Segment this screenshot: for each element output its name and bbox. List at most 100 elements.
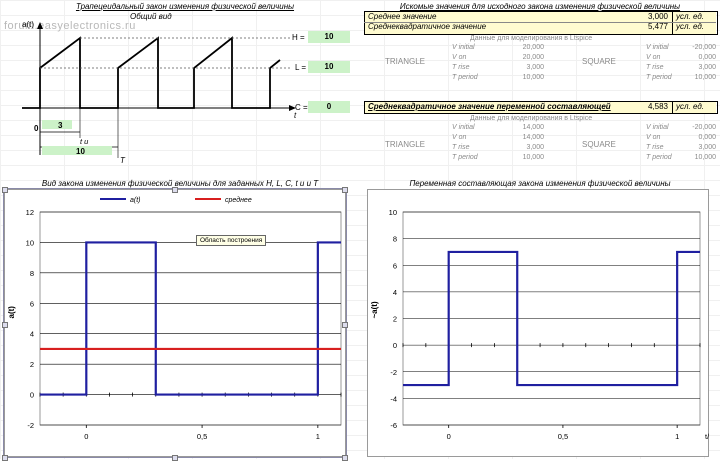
param-row: T period 10,000 <box>452 74 544 84</box>
legend-label: a(t) <box>130 197 141 204</box>
right-chart[interactable]: -6 -4 -2 0 2 4 6 8 10 0 0,5 1 t/T ~a(t) <box>367 189 709 457</box>
l-value[interactable]: 10 <box>308 61 350 73</box>
param-key: T period <box>646 154 672 161</box>
param-key: V initial <box>452 44 475 51</box>
y-tick-label: -6 <box>390 421 397 430</box>
legend-label: среднее <box>225 196 252 204</box>
y-tick-label: 6 <box>393 261 397 270</box>
param-row: V on 0,000 <box>646 134 716 144</box>
rms-value: 5,477 <box>647 22 668 31</box>
ltspice-note-1: Данные для моделирования в Ltspice <box>470 35 593 42</box>
triangle-params-2: V initial 14,000 V on 14,000 T rise 3,000 T pe… <box>452 124 544 164</box>
axis-y-label: a(t) <box>22 20 34 29</box>
param-row: T rise 3,000 <box>452 144 544 154</box>
param-row: T rise 3,000 <box>646 144 716 154</box>
square-label-1: SQUARE <box>582 57 616 66</box>
general-title: Трапецеидальный закон изменения физическ… <box>75 2 295 11</box>
series-line <box>40 241 341 396</box>
label-l: L = <box>295 63 307 72</box>
param-key: V on <box>646 54 661 61</box>
resize-handle[interactable] <box>172 455 178 461</box>
param-row: V initial 20,000 <box>452 44 544 54</box>
h-value[interactable]: 10 <box>308 31 350 43</box>
ltspice-note-2: Данные для моделирования в Ltspice <box>470 115 593 122</box>
label-c: C = <box>295 103 308 112</box>
x-tick-label: 0,5 <box>197 432 207 441</box>
param-row: V initial -20,000 <box>646 124 716 134</box>
resize-handle[interactable] <box>342 455 348 461</box>
ac-rms-value: 4,583 <box>647 102 668 111</box>
y-tick-label: 0 <box>30 391 34 400</box>
plot-area-tooltip: Область построения <box>196 235 267 246</box>
y-tick-label: -2 <box>390 368 397 377</box>
param-key: T rise <box>646 144 664 151</box>
general-diagram <box>22 22 296 158</box>
param-row: T period 10,000 <box>646 74 716 84</box>
dim-zero: 0 <box>34 124 39 133</box>
param-key: V on <box>452 54 467 61</box>
y-tick-label: 12 <box>26 208 34 217</box>
param-value: 0,000 <box>698 134 716 141</box>
resize-handle[interactable] <box>342 322 348 328</box>
triangle-label-1: TRIANGLE <box>385 57 426 66</box>
left-chart[interactable]: -202468101200,51t/Ta(t)a(t)среднее <box>4 189 346 457</box>
left-chart-title: Вид закона изменения физической величины… <box>41 179 319 188</box>
label-h: H = <box>292 33 305 42</box>
resize-handle[interactable] <box>342 187 348 193</box>
x-tick-label: 0 <box>447 432 451 441</box>
y-tick-label: 2 <box>30 360 34 369</box>
rms-label: Среднеквадратичное значение <box>368 22 487 31</box>
param-key: T rise <box>452 64 470 71</box>
c-value[interactable]: 0 <box>308 101 350 113</box>
param-value: -20,000 <box>692 44 716 51</box>
x-tick-label: 0,5 <box>558 432 568 441</box>
param-value: 3,000 <box>526 144 544 151</box>
param-value: 20,000 <box>522 54 544 61</box>
resize-handle[interactable] <box>2 322 8 328</box>
param-key: V initial <box>646 124 669 131</box>
param-row: V initial 14,000 <box>452 124 544 134</box>
param-value: 20,000 <box>522 44 544 51</box>
right-chart-title: Переменная составляющая закона изменения… <box>409 179 671 188</box>
y-tick-label: 6 <box>30 299 34 308</box>
y-tick-label: 2 <box>393 315 397 324</box>
dim-tu-value[interactable]: 3 <box>58 121 62 130</box>
param-key: V initial <box>452 124 475 131</box>
triangle-label-2: TRIANGLE <box>385 140 426 149</box>
dim-t-value[interactable]: 10 <box>76 147 85 156</box>
param-row: V on 0,000 <box>646 54 716 64</box>
resize-handle[interactable] <box>2 455 8 461</box>
y-tick-label: 8 <box>393 235 397 244</box>
x-tick-label: 1 <box>316 432 320 441</box>
param-row: V on 14,000 <box>452 134 544 144</box>
resize-handle[interactable] <box>2 187 8 193</box>
param-value: 10,000 <box>694 154 716 161</box>
param-value: 10,000 <box>522 74 544 81</box>
rms-unit: усл. ед. <box>676 22 704 31</box>
param-value: -20,000 <box>692 124 716 131</box>
y-tick-label: 4 <box>30 330 34 339</box>
param-row: T rise 3,000 <box>646 64 716 74</box>
triangle-params-1: V initial 20,000 V on 20,000 T rise 3,000 T pe… <box>452 44 544 84</box>
ac-rms-label: Среднеквадратичное значение переменной с… <box>368 102 611 111</box>
x-tick-label: 0 <box>84 432 88 441</box>
param-value: 10,000 <box>694 74 716 81</box>
square-params-2: V initial -20,000 V on 0,000 T rise 3,000 T pe… <box>646 124 716 164</box>
y-tick-label: 4 <box>393 288 397 297</box>
label-t: T <box>120 156 125 165</box>
y-tick-label: 10 <box>389 208 397 217</box>
mean-value: 3,000 <box>647 12 668 21</box>
param-row: T rise 3,000 <box>452 64 544 74</box>
param-key: T rise <box>646 64 664 71</box>
label-tu: t и <box>80 137 89 146</box>
plot-area <box>39 211 342 426</box>
resize-handle[interactable] <box>172 187 178 193</box>
param-row: T period 10,000 <box>646 154 716 164</box>
results-title: Искомые значения для исходного закона из… <box>399 2 681 11</box>
y-tick-label: -2 <box>27 421 34 430</box>
ac-rms-unit: усл. ед. <box>676 102 704 111</box>
param-value: 14,000 <box>522 134 544 141</box>
y-tick-label: -4 <box>390 394 397 403</box>
y-axis-label: ~a(t) <box>370 301 379 318</box>
param-key: T period <box>452 74 478 81</box>
